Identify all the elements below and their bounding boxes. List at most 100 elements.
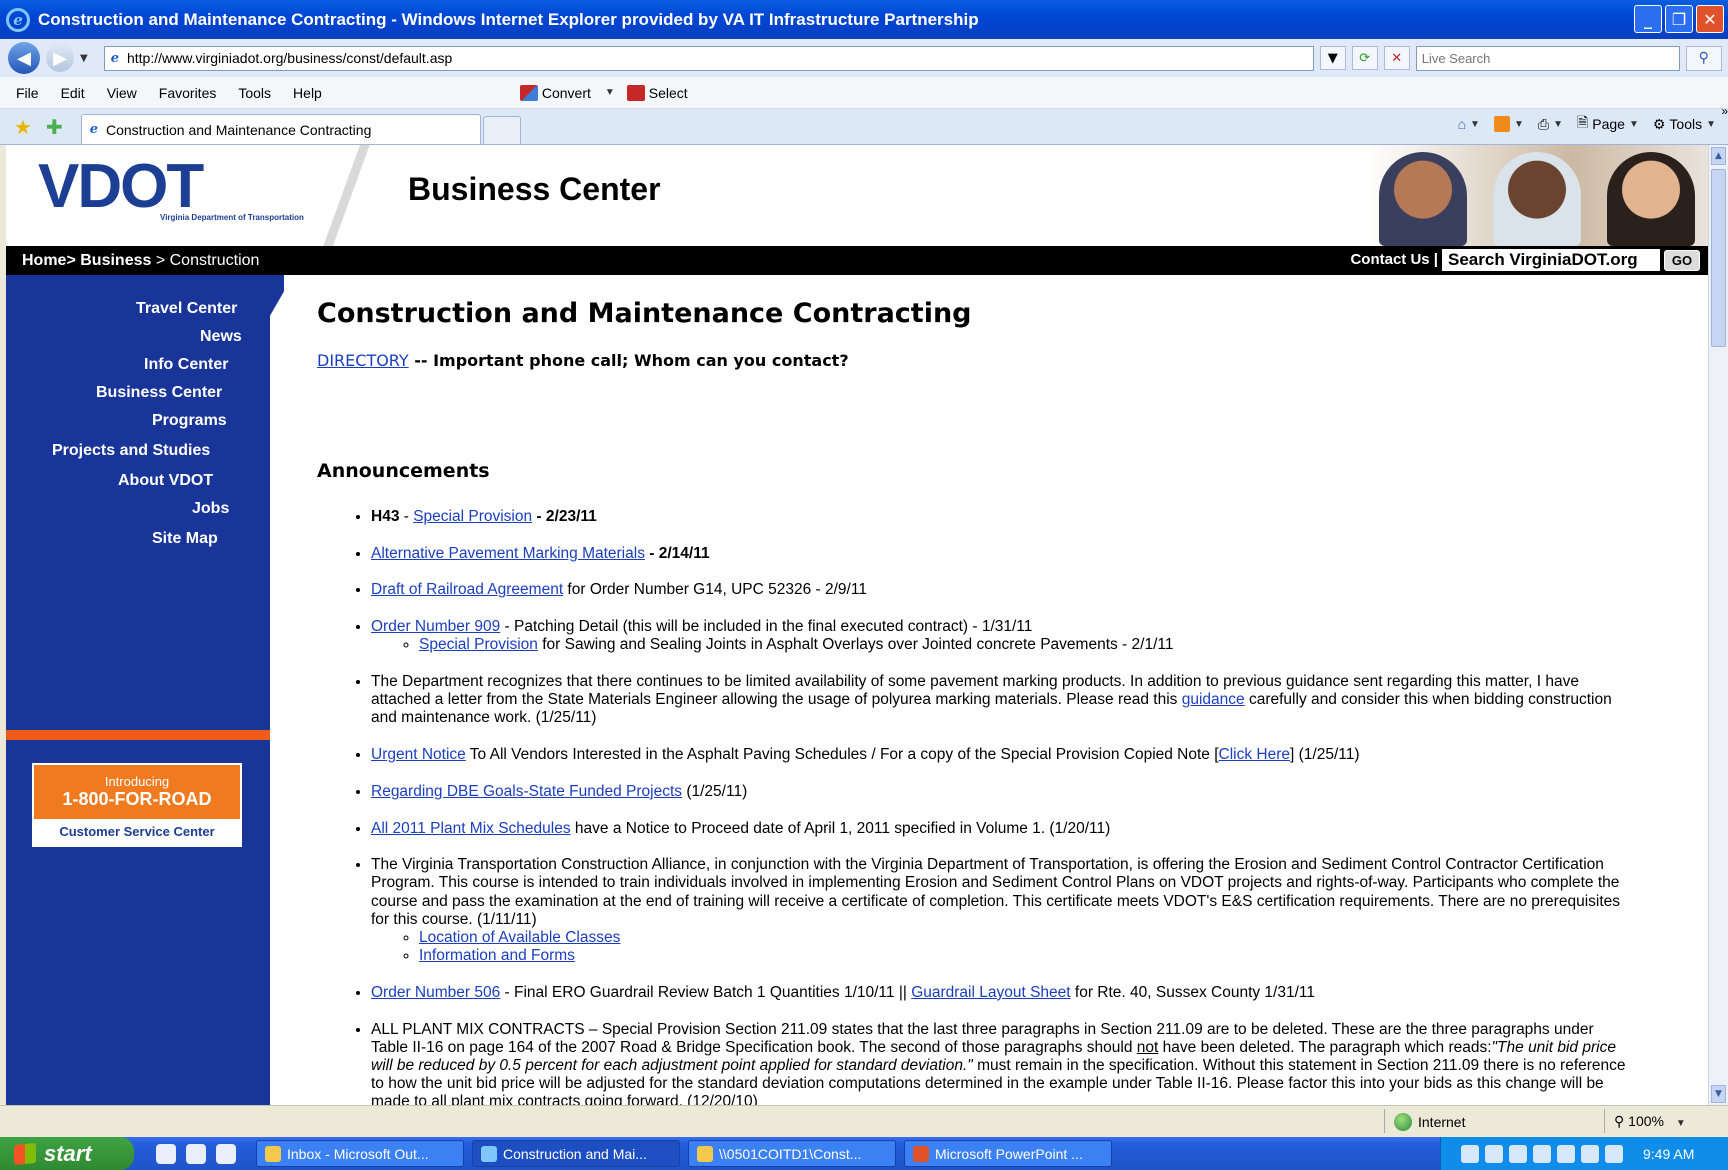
clock[interactable]: 9:49 AM	[1643, 1146, 1694, 1162]
menu-favorites[interactable]: Favorites	[159, 85, 217, 101]
zoom-control[interactable]: ⚲ 100% ▼	[1614, 1113, 1686, 1130]
home-button[interactable]: ⌂ ▼	[1458, 116, 1480, 132]
click-here-link[interactable]: Click Here	[1219, 746, 1290, 763]
pavement-marking-link[interactable]: Alternative Pavement Marking Materials	[371, 545, 645, 562]
back-button[interactable]: ◀	[8, 42, 40, 74]
information-forms-link[interactable]: Information and Forms	[419, 947, 575, 964]
minimize-button[interactable]: _	[1634, 5, 1662, 33]
tray-icon[interactable]	[1461, 1144, 1479, 1163]
add-favorites-icon[interactable]: ✚	[46, 115, 63, 139]
gear-icon: ⚙	[1652, 115, 1666, 132]
sidebar-item-info-center[interactable]: Info Center	[6, 351, 270, 379]
menu-edit[interactable]: Edit	[61, 85, 85, 101]
quicklaunch-desktop-icon[interactable]	[156, 1143, 176, 1164]
tray-icon[interactable]	[1509, 1144, 1527, 1163]
sub-list: Special Provision for Sawing and Sealing…	[371, 636, 1627, 654]
history-dropdown-icon[interactable]: ▼	[80, 53, 88, 64]
convert-button[interactable]: Convert ▼	[519, 84, 615, 101]
tab-current[interactable]: e Construction and Maintenance Contracti…	[80, 114, 481, 144]
forward-button[interactable]: ▶	[46, 44, 74, 72]
vertical-scrollbar[interactable]: ▲ ▼	[1708, 145, 1728, 1105]
task-folder[interactable]: \\0501COITD1\Const...	[688, 1140, 896, 1167]
feeds-button[interactable]: ▼	[1493, 116, 1524, 132]
refresh-icon[interactable]: ⟳	[1351, 46, 1378, 70]
scroll-thumb[interactable]	[1711, 169, 1726, 347]
sidebar-item-jobs[interactable]: Jobs	[6, 495, 270, 523]
tools-menu[interactable]: ⚙ Tools ▼	[1653, 116, 1716, 133]
ie-task-icon	[481, 1145, 497, 1162]
sawing-provision-link[interactable]: Special Provision	[419, 636, 538, 653]
available-classes-link[interactable]: Location of Available Classes	[419, 929, 620, 946]
quicklaunch-outlook-icon[interactable]	[186, 1143, 206, 1164]
sidebar-item-travel-center[interactable]: Travel Center	[6, 295, 270, 323]
menu-view[interactable]: View	[107, 85, 137, 101]
order-909-link[interactable]: Order Number 909	[371, 618, 500, 635]
dbe-goals-link[interactable]: Regarding DBE Goals-State Funded Project…	[371, 783, 682, 800]
task-outlook[interactable]: Inbox - Microsoft Out...	[256, 1140, 464, 1167]
zoom-dropdown-icon[interactable]: ▼	[1676, 1118, 1686, 1129]
go-button[interactable]: GO	[1664, 250, 1700, 271]
contact-us-link[interactable]: Contact Us |	[1350, 251, 1438, 268]
scroll-down-icon[interactable]: ▼	[1711, 1085, 1726, 1103]
task-ie[interactable]: Construction and Mai...	[472, 1140, 680, 1167]
sidebar-item-site-map[interactable]: Site Map	[6, 525, 270, 553]
vdot-logo[interactable]: VDOT Virginia Department of Transportati…	[38, 152, 304, 223]
print-button[interactable]: ⎙ ▼	[1538, 116, 1563, 133]
tray-icon[interactable]	[1557, 1144, 1575, 1163]
sidebar-item-projects[interactable]: Projects and Studies	[6, 437, 270, 465]
urgent-notice-link[interactable]: Urgent Notice	[371, 746, 466, 763]
railroad-agreement-link[interactable]: Draft of Railroad Agreement	[371, 581, 563, 598]
site-search-input[interactable]	[1442, 249, 1660, 271]
breadcrumb-business[interactable]: Business	[80, 252, 151, 269]
chevron-more-icon[interactable]: »	[1721, 104, 1728, 118]
header-title: Business Center	[408, 171, 661, 207]
start-label: start	[44, 1140, 92, 1166]
quicklaunch-ie-icon[interactable]	[216, 1143, 236, 1164]
url-field[interactable]: e http://www.virginiadot.org/business/co…	[103, 45, 1314, 71]
scroll-up-icon[interactable]: ▲	[1711, 147, 1726, 165]
page-menu[interactable]: 🗎 Page ▼	[1577, 112, 1639, 136]
logo-text: VDOT	[38, 152, 204, 221]
sidebar-item-about[interactable]: About VDOT	[6, 467, 270, 495]
ie-icon: e	[6, 7, 30, 32]
directory-link[interactable]: DIRECTORY	[317, 351, 409, 370]
guardrail-layout-link[interactable]: Guardrail Layout Sheet	[911, 984, 1070, 1001]
menu-help[interactable]: Help	[293, 85, 322, 101]
url-dropdown-icon[interactable]: ▼	[1319, 46, 1346, 70]
status-separator	[1384, 1109, 1385, 1133]
search-icon[interactable]: ⚲	[1685, 45, 1722, 71]
guidance-link[interactable]: guidance	[1182, 691, 1245, 708]
close-button[interactable]: ✕	[1696, 5, 1724, 33]
site-nav-bar: Home> Business > Construction Contact Us…	[6, 246, 1708, 275]
task-powerpoint[interactable]: Microsoft PowerPoint ...	[904, 1140, 1112, 1167]
promo-phone: 1-800-FOR-ROAD	[62, 789, 212, 809]
breadcrumb-home[interactable]: Home	[22, 252, 66, 269]
sidebar-item-news[interactable]: News	[6, 323, 270, 351]
convert-dropdown-icon[interactable]: ▼	[605, 87, 615, 98]
special-provision-link[interactable]: Special Provision	[413, 508, 532, 525]
tray-icon[interactable]	[1605, 1144, 1623, 1163]
stop-icon[interactable]: ✕	[1383, 46, 1410, 70]
restore-button[interactable]: ❐	[1665, 5, 1693, 33]
tools-menu-label: Tools	[1669, 116, 1703, 132]
sidebar-item-programs[interactable]: Programs	[6, 407, 270, 435]
header-divider	[316, 145, 376, 246]
security-zone[interactable]: Internet	[1394, 1113, 1465, 1131]
live-search-input[interactable]	[1415, 45, 1680, 71]
select-button[interactable]: Select	[626, 84, 688, 101]
sidebar-item-business-center[interactable]: Business Center	[6, 379, 270, 407]
menu-file[interactable]: File	[16, 85, 39, 101]
item-text: have a Notice to Proceed date of April 1…	[570, 819, 1111, 837]
order-506-link[interactable]: Order Number 506	[371, 984, 500, 1001]
directory-text: -- Important phone call; Whom can you co…	[408, 351, 849, 370]
announcements-list: H43 - Special Provision - 2/23/11 Altern…	[317, 508, 1627, 1105]
plant-mix-schedules-link[interactable]: All 2011 Plant Mix Schedules	[371, 820, 571, 837]
new-tab-button[interactable]	[482, 116, 521, 144]
menu-tools[interactable]: Tools	[238, 85, 271, 101]
tray-icon[interactable]	[1581, 1144, 1599, 1163]
favorites-star-icon[interactable]: ★	[14, 115, 32, 139]
start-button[interactable]: start	[0, 1137, 134, 1170]
tray-icon[interactable]	[1533, 1144, 1551, 1163]
tray-icon[interactable]	[1485, 1144, 1503, 1163]
customer-service-promo[interactable]: Introducing 1-800-FOR-ROAD Customer Serv…	[32, 763, 242, 847]
